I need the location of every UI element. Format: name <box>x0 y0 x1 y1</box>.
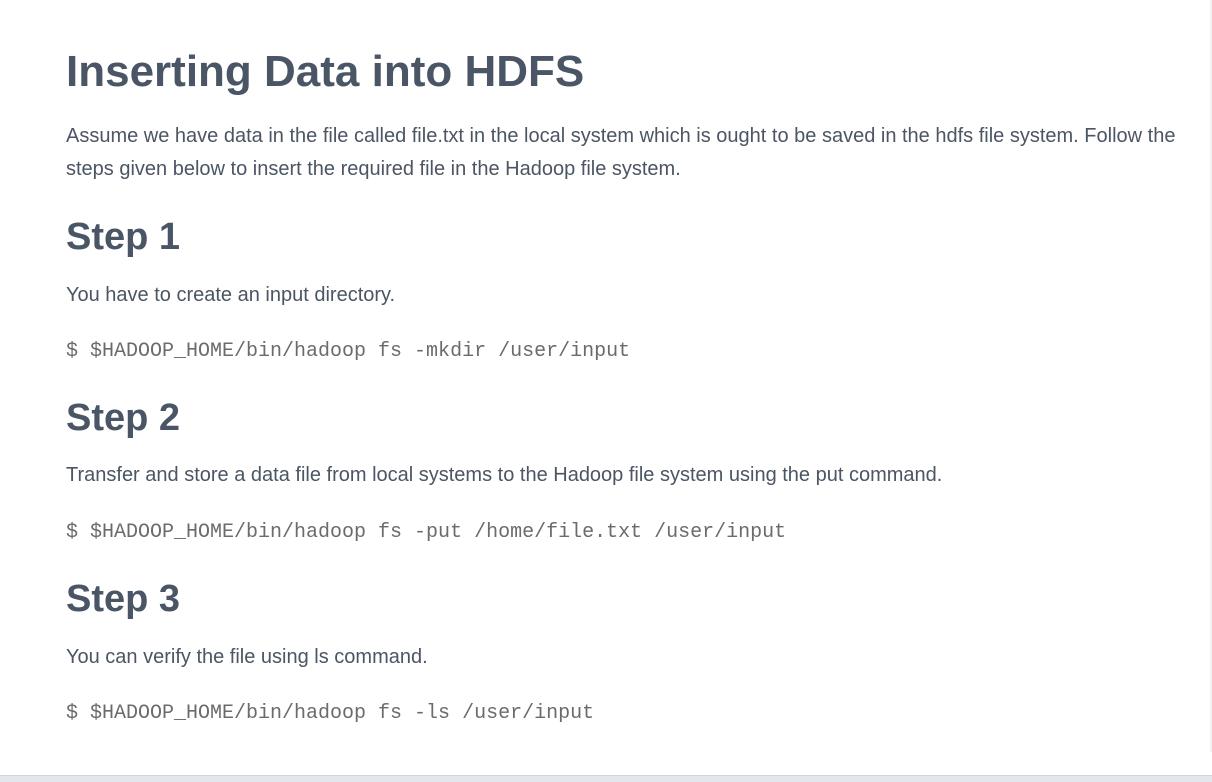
step-3-code-block[interactable]: $ $HADOOP_HOME/bin/hadoop fs -ls /user/i… <box>66 701 594 727</box>
page-title: Inserting Data into HDFS <box>66 47 585 96</box>
intro-paragraph: Assume we have data in the file called f… <box>66 125 1176 180</box>
step-1-code-block[interactable]: $ $HADOOP_HOME/bin/hadoop fs -mkdir /use… <box>66 339 630 365</box>
step-2-heading: Step 2 <box>66 397 181 439</box>
step-1-heading: Step 1 <box>66 216 181 258</box>
horizontal-scrollbar[interactable] <box>0 775 1212 782</box>
step-3-heading: Step 3 <box>66 578 181 620</box>
step-1-text: You have to create an input directory. <box>66 284 396 306</box>
step-3-text: You can verify the file using ls command… <box>66 646 428 668</box>
step-2-code-block[interactable]: $ $HADOOP_HOME/bin/hadoop fs -put /home/… <box>66 520 786 546</box>
step-2-text: Transfer and store a data file from loca… <box>66 464 943 486</box>
